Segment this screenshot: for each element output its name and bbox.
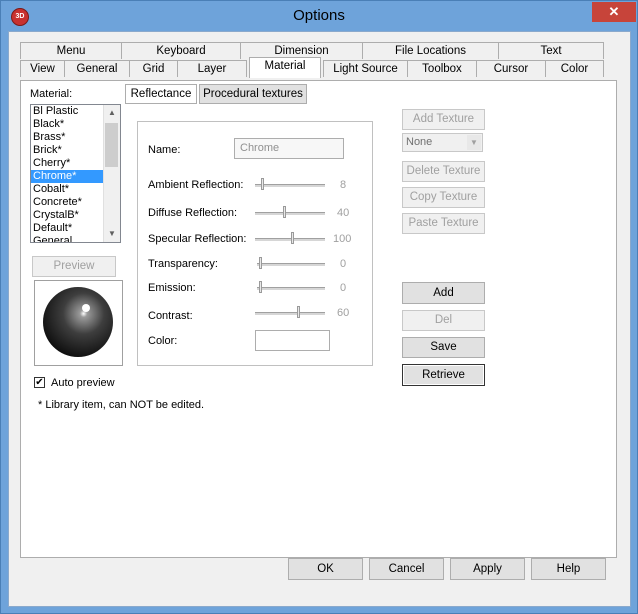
emission-value: 0 [340,282,347,294]
contrast-track [255,312,325,315]
transparency-slider[interactable] [259,257,262,269]
diffuse-reflection-track [255,212,325,215]
subtab-reflectance[interactable]: Reflectance [125,84,197,104]
ambient-reflection-slider[interactable] [261,178,264,190]
library-note: * Library item, can NOT be edited. [38,399,205,411]
preview-button[interactable]: Preview [32,256,116,277]
chevron-down-icon[interactable]: ▼ [467,135,481,150]
auto-preview-checkbox[interactable]: ✔ [34,377,45,388]
add-button[interactable]: Add [402,282,485,304]
close-button[interactable]: ✕ [592,2,636,22]
contrast-slider[interactable] [297,306,300,318]
cancel-button[interactable]: Cancel [369,558,444,580]
material-listbox[interactable]: Bl Plastic Black* Brass* Brick* Cherry* … [30,104,121,243]
specular-reflection-track [255,238,325,241]
texture-select-value: None [406,136,433,148]
tab-grid[interactable]: Grid [129,60,178,77]
tab-toolbox[interactable]: Toolbox [407,60,477,77]
tab-light-source[interactable]: Light Source [323,60,408,77]
transparency-label: Transparency: [148,258,218,270]
paste-texture-button[interactable]: Paste Texture [402,213,485,234]
contrast-value: 60 [337,307,350,319]
tab-view[interactable]: View [20,60,65,77]
specular-reflection-label: Specular Reflection: [148,233,247,245]
diffuse-reflection-label: Diffuse Reflection: [148,207,238,219]
delete-texture-button[interactable]: Delete Texture [402,161,485,182]
title-bar[interactable]: 3D Options ✕ [1,1,637,31]
tab-cursor[interactable]: Cursor [476,60,546,77]
texture-select[interactable]: None ▼ [402,133,483,152]
dialog-client-area: Menu Keyboard Dimension File Locations T… [8,31,631,607]
scroll-up-icon[interactable]: ▲ [104,105,120,121]
subtab-procedural-textures[interactable]: Procedural textures [199,84,307,104]
color-label: Color: [148,335,178,347]
contrast-label: Contrast: [148,310,193,322]
material-preview [34,280,123,366]
material-list-label: Material: [30,88,73,100]
ambient-reflection-track [255,184,325,187]
scroll-thumb[interactable] [105,123,118,167]
tab-general[interactable]: General [64,60,130,77]
copy-texture-button[interactable]: Copy Texture [402,187,485,208]
diffuse-reflection-value: 40 [337,207,350,219]
apply-button[interactable]: Apply [450,558,525,580]
name-label: Name: [148,144,181,156]
tab-material[interactable]: Material [249,57,321,78]
retrieve-button[interactable]: Retrieve [402,364,485,386]
ambient-reflection-value: 8 [340,179,347,191]
specular-reflection-value: 100 [333,233,352,245]
material-tab-panel: Material: Bl Plastic Black* Brass* Brick… [20,80,617,558]
emission-slider[interactable] [259,281,262,293]
diffuse-reflection-slider[interactable] [283,206,286,218]
color-swatch[interactable] [255,330,330,351]
chrome-sphere-image [35,281,122,365]
ambient-reflection-label: Ambient Reflection: [148,179,244,191]
tab-color[interactable]: Color [545,60,604,77]
options-dialog: 3D Options ✕ Menu Keyboard Dimension Fil… [0,0,638,614]
emission-track [257,287,325,290]
tab-file-locations[interactable]: File Locations [362,42,499,59]
emission-label: Emission: [148,282,196,294]
help-button[interactable]: Help [531,558,606,580]
material-list-scrollbar[interactable]: ▲ ▼ [103,105,120,242]
transparency-value: 0 [340,258,347,270]
save-button[interactable]: Save [402,337,485,358]
window-title: Options [293,7,345,24]
tab-text[interactable]: Text [498,42,604,59]
transparency-track [257,263,325,266]
specular-reflection-slider[interactable] [291,232,294,244]
auto-preview-label: Auto preview [51,377,115,389]
add-texture-button[interactable]: Add Texture [402,109,485,130]
tab-layer[interactable]: Layer [177,60,247,77]
del-button[interactable]: Del [402,310,485,331]
name-field[interactable]: Chrome [234,138,344,159]
tab-menu[interactable]: Menu [20,42,122,59]
scroll-down-icon[interactable]: ▼ [104,226,120,242]
tab-keyboard[interactable]: Keyboard [121,42,241,59]
ok-button[interactable]: OK [288,558,363,580]
